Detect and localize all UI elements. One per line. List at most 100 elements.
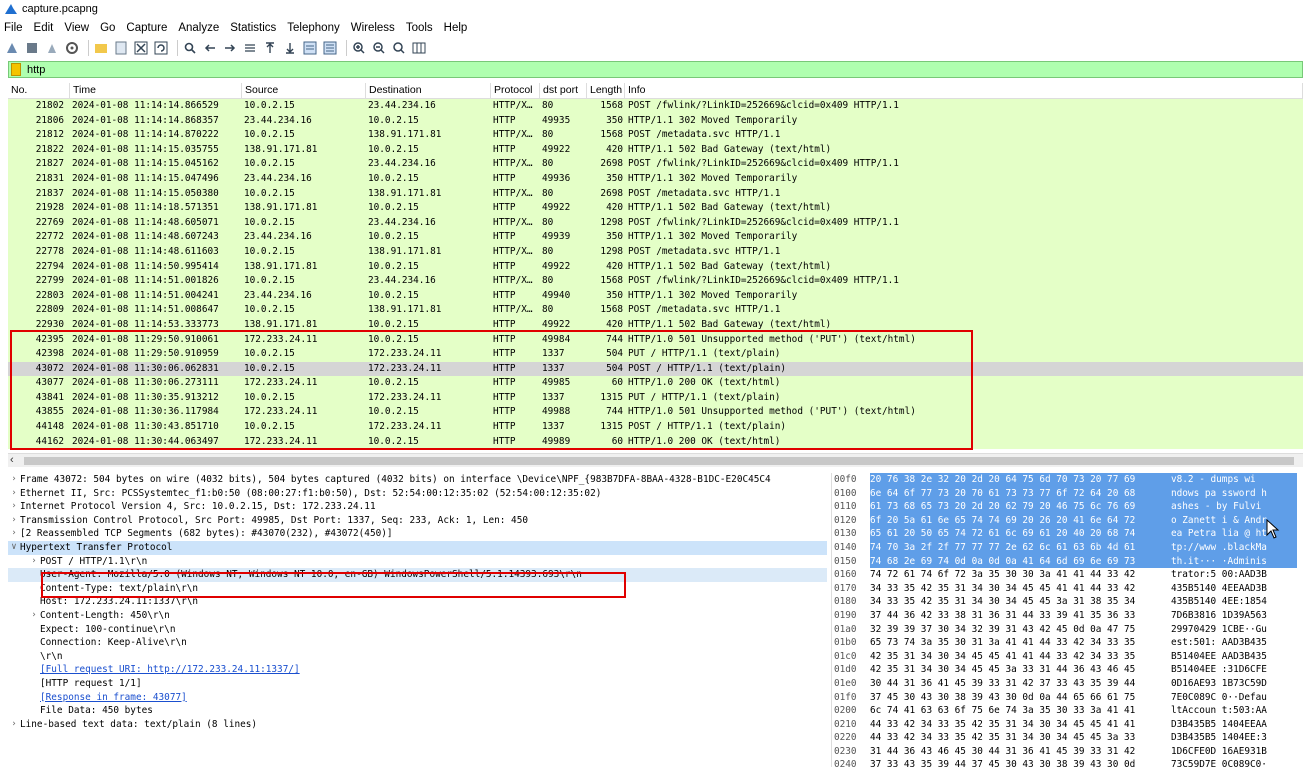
packet-row[interactable]: 22930 2024-01-08 11:14:53.333773 138.91.17… <box>8 317 1303 333</box>
bytes-hex[interactable]: 74 72 61 74 6f 72 3a 35 30 30 3a 41 41 4… <box>870 568 1167 582</box>
detail-row[interactable]: › Ethernet II, Src: PCSSystemtec_f1:b0:50… <box>8 487 827 501</box>
bytes-ascii[interactable]: B51404EE AAD3B435 <box>1167 650 1297 664</box>
bytes-ascii[interactable]: 29970429 1CBE··Gu <box>1167 623 1297 637</box>
column-header-length[interactable]: Length <box>587 83 625 98</box>
bytes-ascii[interactable]: tp://www .blackMa <box>1167 540 1297 555</box>
packet-row[interactable]: 42395 2024-01-08 11:29:50.910061 172.233.2… <box>8 332 1303 348</box>
last-packet-icon[interactable] <box>282 40 298 56</box>
bytes-ascii[interactable]: trator:5 00:AAD3B <box>1167 568 1297 582</box>
stop-capture-icon[interactable] <box>24 40 40 56</box>
bytes-hex[interactable]: 61 73 68 65 73 20 2d 20 62 79 20 46 75 6… <box>870 500 1167 514</box>
packet-row[interactable]: 21802 2024-01-08 11:14:14.866529 10.0.2.15… <box>8 99 1303 114</box>
bytes-hex[interactable]: 74 68 2e 69 74 0d 0a 0d 0a 41 64 6d 69 6… <box>870 554 1167 569</box>
go-back-icon[interactable] <box>202 40 218 56</box>
bytes-hex[interactable]: 37 45 30 43 30 38 39 43 30 0d 0a 44 65 6… <box>870 691 1167 705</box>
colorize-icon[interactable] <box>322 40 338 56</box>
menu-analyze[interactable]: Analyze <box>178 22 219 34</box>
menu-capture[interactable]: Capture <box>126 22 167 34</box>
restart-capture-icon[interactable] <box>44 40 60 56</box>
bytes-hex[interactable]: 37 33 43 35 39 44 37 45 30 43 30 38 39 4… <box>870 758 1167 767</box>
column-header-info[interactable]: Info <box>625 83 1303 98</box>
collapse-arrow-icon[interactable]: ∨ <box>8 541 20 555</box>
bytes-ascii[interactable]: D3B435B5 1404EEAA <box>1167 718 1297 732</box>
bytes-ascii[interactable]: th.it··· ·Adminis <box>1167 554 1297 569</box>
packet-row[interactable]: 21827 2024-01-08 11:14:15.045162 10.0.2.15… <box>8 157 1303 172</box>
bytes-hex[interactable]: 30 44 31 36 41 45 39 33 31 42 37 33 43 3… <box>870 677 1167 691</box>
bytes-ascii[interactable]: est:501: AAD3B435 <box>1167 636 1297 650</box>
bytes-ascii[interactable]: ashes - by Fulvi <box>1167 500 1297 514</box>
resize-columns-icon[interactable] <box>411 40 427 56</box>
first-packet-icon[interactable] <box>262 40 278 56</box>
detail-row[interactable]: File Data: 450 bytes <box>8 704 827 718</box>
bytes-hex[interactable]: 65 61 20 50 65 74 72 61 6c 69 61 20 40 2… <box>870 527 1167 541</box>
bytes-ascii[interactable]: ndows pa ssword h <box>1167 486 1297 501</box>
detail-row[interactable]: › [2 Reassembled TCP Segments (682 bytes)… <box>8 527 827 541</box>
bytes-ascii[interactable]: 7D6B3816 1D39A563 <box>1167 609 1297 623</box>
scroll-left-icon[interactable]: ‹ <box>10 454 14 466</box>
bytes-hex[interactable]: 74 70 3a 2f 2f 77 77 77 2e 62 6c 61 63 6… <box>870 540 1167 555</box>
expand-arrow-icon[interactable]: › <box>8 718 20 732</box>
bytes-ascii[interactable]: 1D6CFE0D 16AE931B <box>1167 745 1297 759</box>
reload-file-icon[interactable] <box>153 40 169 56</box>
bytes-hex[interactable]: 31 44 36 43 46 45 30 44 31 36 41 45 39 3… <box>870 745 1167 759</box>
bytes-ascii[interactable]: 435B5140 4EE:1854 <box>1167 595 1297 609</box>
packet-row[interactable]: 21822 2024-01-08 11:14:15.035755 138.91.17… <box>8 142 1303 158</box>
detail-row[interactable]: [HTTP request 1/1] <box>8 677 827 691</box>
detail-row[interactable]: User-Agent: Mozilla/5.0 (Windows NT; Win… <box>8 568 827 582</box>
bytes-hex[interactable]: 34 33 35 42 35 31 34 30 34 45 45 41 41 4… <box>870 582 1167 596</box>
packet-row[interactable]: 22803 2024-01-08 11:14:51.004241 23.44.234… <box>8 288 1303 304</box>
go-forward-icon[interactable] <box>222 40 238 56</box>
bytes-hex[interactable]: 20 76 38 2e 32 20 2d 20 64 75 6d 70 73 2… <box>870 473 1167 487</box>
selected-packet-row[interactable]: 43072 2024-01-08 11:30:06.062831 10.0.2.15… <box>8 361 1303 377</box>
find-packet-icon[interactable] <box>182 40 198 56</box>
detail-link[interactable]: [Full request URI: http://172.233.24.11:… <box>40 663 300 677</box>
bytes-ascii[interactable]: 7E0C089C 0··Defau <box>1167 691 1297 705</box>
menu-view[interactable]: View <box>64 22 89 34</box>
detail-link[interactable]: [Response in frame: 43077] <box>40 691 187 705</box>
bytes-ascii[interactable]: ltAccoun t:503:AA <box>1167 704 1297 718</box>
bytes-hex[interactable]: 6e 64 6f 77 73 20 70 61 73 73 77 6f 72 6… <box>870 486 1167 501</box>
autoscroll-icon[interactable] <box>302 40 318 56</box>
packet-row[interactable]: 22794 2024-01-08 11:14:50.995414 138.91.17… <box>8 259 1303 275</box>
column-header-source[interactable]: Source <box>242 83 366 98</box>
packet-row[interactable]: 42398 2024-01-08 11:29:50.910959 10.0.2.15… <box>8 347 1303 362</box>
column-header-no[interactable]: No. <box>8 83 70 98</box>
packet-row[interactable]: 22778 2024-01-08 11:14:48.611603 10.0.2.15… <box>8 244 1303 260</box>
column-header-dst-port[interactable]: dst port <box>540 83 587 98</box>
menu-statistics[interactable]: Statistics <box>230 22 276 34</box>
bytes-hex[interactable]: 37 44 36 42 33 38 31 36 31 44 33 39 41 3… <box>870 609 1167 623</box>
packet-row[interactable]: 21806 2024-01-08 11:14:14.868357 23.44.234… <box>8 113 1303 129</box>
column-header-time[interactable]: Time <box>70 83 242 98</box>
detail-row[interactable]: › Transmission Control Protocol, Src Port… <box>8 514 827 528</box>
zoom-in-icon[interactable] <box>351 40 367 56</box>
packet-row[interactable]: 22799 2024-01-08 11:14:51.001826 10.0.2.15… <box>8 274 1303 289</box>
bytes-ascii[interactable]: D3B435B5 1404EE:3 <box>1167 731 1297 745</box>
packet-row[interactable]: 22809 2024-01-08 11:14:51.008647 10.0.2.15… <box>8 303 1303 318</box>
expand-arrow-icon[interactable]: › <box>8 500 20 514</box>
expand-arrow-icon[interactable]: › <box>8 487 20 501</box>
menu-go[interactable]: Go <box>100 22 115 34</box>
menu-file[interactable]: File <box>4 22 23 34</box>
menu-wireless[interactable]: Wireless <box>351 22 395 34</box>
packet-row[interactable]: 44162 2024-01-08 11:30:44.063497 172.233.2… <box>8 434 1303 450</box>
bytes-hex[interactable]: 32 39 39 37 30 34 32 39 31 43 42 45 0d 0… <box>870 623 1167 637</box>
detail-row[interactable]: Host: 172.233.24.11:1337\r\n <box>8 595 827 609</box>
packet-row[interactable]: 43855 2024-01-08 11:30:36.117984 172.233.2… <box>8 405 1303 421</box>
start-capture-icon[interactable] <box>4 40 20 56</box>
detail-row[interactable]: › Frame 43072: 504 bytes on wire (4032 bi… <box>8 473 827 487</box>
save-file-icon[interactable] <box>113 40 129 56</box>
detail-row[interactable]: › POST / HTTP/1.1\r\n <box>8 555 827 569</box>
detail-row[interactable]: Connection: Keep-Alive\r\n <box>8 636 827 650</box>
column-header-destination[interactable]: Destination <box>366 83 491 98</box>
column-header-protocol[interactable]: Protocol <box>491 83 540 98</box>
menu-edit[interactable]: Edit <box>34 22 54 34</box>
normal-size-icon[interactable] <box>391 40 407 56</box>
detail-row[interactable]: › Content-Length: 450\r\n <box>8 609 827 623</box>
expand-arrow-icon[interactable]: › <box>8 514 20 528</box>
open-file-icon[interactable] <box>93 40 109 56</box>
packet-row[interactable]: 21928 2024-01-08 11:14:18.571351 138.91.17… <box>8 201 1303 216</box>
bytes-hex[interactable]: 6f 20 5a 61 6e 65 74 74 69 20 26 20 41 6… <box>870 513 1167 528</box>
packet-row[interactable]: 43077 2024-01-08 11:30:06.273111 172.233.2… <box>8 376 1303 391</box>
bytes-ascii[interactable]: v8.2 - dumps wi <box>1167 473 1297 487</box>
detail-row[interactable]: › Internet Protocol Version 4, Src: 10.0.… <box>8 500 827 514</box>
